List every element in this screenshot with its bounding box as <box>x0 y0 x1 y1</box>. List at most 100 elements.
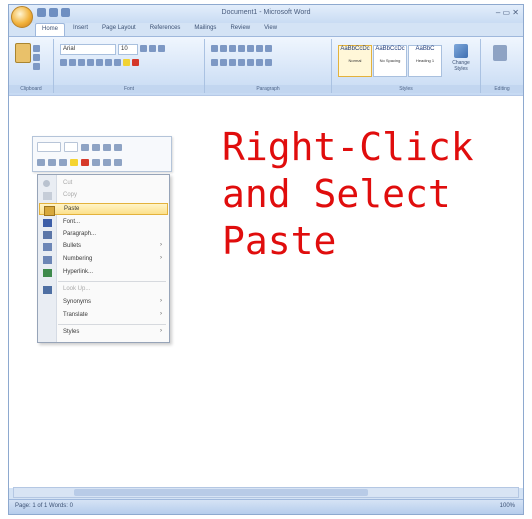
underline-icon[interactable] <box>78 59 85 66</box>
align-right-icon[interactable] <box>229 59 236 66</box>
align-center-icon[interactable] <box>220 59 227 66</box>
increase-indent-icon[interactable] <box>247 45 254 52</box>
grow-font-icon[interactable] <box>140 45 147 52</box>
decrease-indent-icon[interactable] <box>92 158 100 166</box>
center-icon[interactable] <box>59 158 67 166</box>
mini-font-name[interactable] <box>37 142 61 152</box>
group-label: Paragraph <box>205 85 331 93</box>
menu-item-bullets[interactable]: Bullets › <box>39 241 168 253</box>
group-label: Clipboard <box>9 85 53 93</box>
submenu-arrow-icon: › <box>160 298 162 304</box>
style-normal[interactable]: AaBbCcDc Normal <box>338 45 372 77</box>
menu-item-translate[interactable]: Translate › <box>39 310 168 322</box>
clipboard-group: Clipboard <box>9 39 54 93</box>
window-title: Document1 - Microsoft Word <box>221 9 311 16</box>
annotation-line-2: and Select <box>222 172 451 216</box>
styles-group: AaBbCcDc Normal AaBbCcDc No Spacing AaBb… <box>332 39 481 93</box>
line-spacing-icon[interactable] <box>247 59 254 66</box>
style-heading-1[interactable]: AaBbC Heading 1 <box>408 45 442 77</box>
annotation-line-3: Paste <box>222 219 337 263</box>
menu-item-cut[interactable]: Cut <box>39 178 168 190</box>
superscript-icon[interactable] <box>105 59 112 66</box>
menu-item-styles[interactable]: Styles › <box>39 327 168 339</box>
grow-font-icon[interactable] <box>81 143 89 151</box>
editing-icon[interactable] <box>493 45 507 61</box>
tab-page-layout[interactable]: Page Layout <box>96 23 142 36</box>
numbering-icon <box>43 256 52 264</box>
context-menu: Cut Copy Paste Font... Paragraph... Bull… <box>37 174 170 343</box>
change-styles-icon <box>454 44 468 58</box>
font-color-icon[interactable] <box>132 59 139 66</box>
borders-icon[interactable] <box>265 59 272 66</box>
menu-item-numbering[interactable]: Numbering › <box>39 254 168 266</box>
cut-icon[interactable] <box>33 45 40 52</box>
menu-item-font[interactable]: Font... <box>39 217 168 229</box>
bullets-icon[interactable] <box>211 45 218 52</box>
show-marks-icon[interactable] <box>265 45 272 52</box>
scroll-thumb[interactable] <box>74 489 368 496</box>
annotation-line-1: Right-Click <box>222 125 474 169</box>
subscript-icon[interactable] <box>96 59 103 66</box>
menu-item-hyperlink[interactable]: Hyperlink... <box>39 267 168 279</box>
menu-separator <box>58 281 166 282</box>
tab-mailings[interactable]: Mailings <box>188 23 222 36</box>
hyperlink-icon <box>43 269 52 277</box>
highlight-icon[interactable] <box>70 158 78 166</box>
numbering-icon[interactable] <box>220 45 227 52</box>
justify-icon[interactable] <box>238 59 245 66</box>
italic-icon[interactable] <box>48 158 56 166</box>
font-size-box[interactable]: 10 <box>118 44 138 55</box>
italic-icon[interactable] <box>69 59 76 66</box>
font-color-a-icon[interactable] <box>103 143 111 151</box>
menu-item-synonyms[interactable]: Synonyms › <box>39 297 168 309</box>
editing-group: Editing <box>481 39 523 93</box>
tab-home[interactable]: Home <box>35 23 66 36</box>
highlight-icon[interactable] <box>123 59 130 66</box>
bullets-icon[interactable] <box>114 158 122 166</box>
instruction-annotation: Right-Click and Select Paste <box>222 124 522 265</box>
horizontal-scrollbar[interactable] <box>13 487 519 498</box>
copy-icon <box>43 192 52 200</box>
sort-icon[interactable] <box>256 45 263 52</box>
copy-icon[interactable] <box>33 54 40 61</box>
zoom-level[interactable]: 100% <box>500 503 515 509</box>
bold-icon[interactable] <box>37 158 45 166</box>
menu-item-paragraph[interactable]: Paragraph... <box>39 229 168 241</box>
format-painter-icon[interactable] <box>114 143 122 151</box>
office-button[interactable] <box>11 6 33 28</box>
mini-font-size[interactable] <box>64 142 78 152</box>
font-name-box[interactable]: Arial <box>60 44 116 55</box>
paragraph-group: Paragraph <box>205 39 332 93</box>
paste-icon <box>44 206 55 216</box>
window-controls[interactable]: – ▭ ✕ <box>496 8 519 17</box>
format-painter-icon[interactable] <box>33 63 40 70</box>
status-bar: Page: 1 of 1 Words: 0 100% <box>9 499 523 514</box>
tab-insert[interactable]: Insert <box>67 23 94 36</box>
paragraph-icon <box>43 231 52 239</box>
scissors-icon <box>43 180 50 187</box>
increase-indent-icon[interactable] <box>103 158 111 166</box>
menu-item-paste[interactable]: Paste <box>39 203 168 216</box>
bold-icon[interactable] <box>60 59 67 66</box>
clear-format-icon[interactable] <box>158 45 165 52</box>
shrink-font-icon[interactable] <box>149 45 156 52</box>
lookup-icon <box>43 286 52 294</box>
menu-item-copy[interactable]: Copy <box>39 190 168 202</box>
shading-icon[interactable] <box>256 59 263 66</box>
submenu-arrow-icon: › <box>160 311 162 317</box>
tab-view[interactable]: View <box>258 23 283 36</box>
align-left-icon[interactable] <box>211 59 218 66</box>
decrease-indent-icon[interactable] <box>238 45 245 52</box>
font-color-icon[interactable] <box>81 158 89 166</box>
shrink-font-icon[interactable] <box>92 143 100 151</box>
style-no-spacing[interactable]: AaBbCcDc No Spacing <box>373 45 407 77</box>
tab-references[interactable]: References <box>144 23 187 36</box>
menu-item-look-up[interactable]: Look Up... <box>39 284 168 296</box>
multilevel-list-icon[interactable] <box>229 45 236 52</box>
change-case-icon[interactable] <box>114 59 121 66</box>
group-label: Styles <box>332 85 480 93</box>
paste-icon[interactable] <box>15 43 31 63</box>
tab-review[interactable]: Review <box>224 23 256 36</box>
strikethrough-icon[interactable] <box>87 59 94 66</box>
change-styles-button[interactable]: Change Styles <box>446 44 476 76</box>
